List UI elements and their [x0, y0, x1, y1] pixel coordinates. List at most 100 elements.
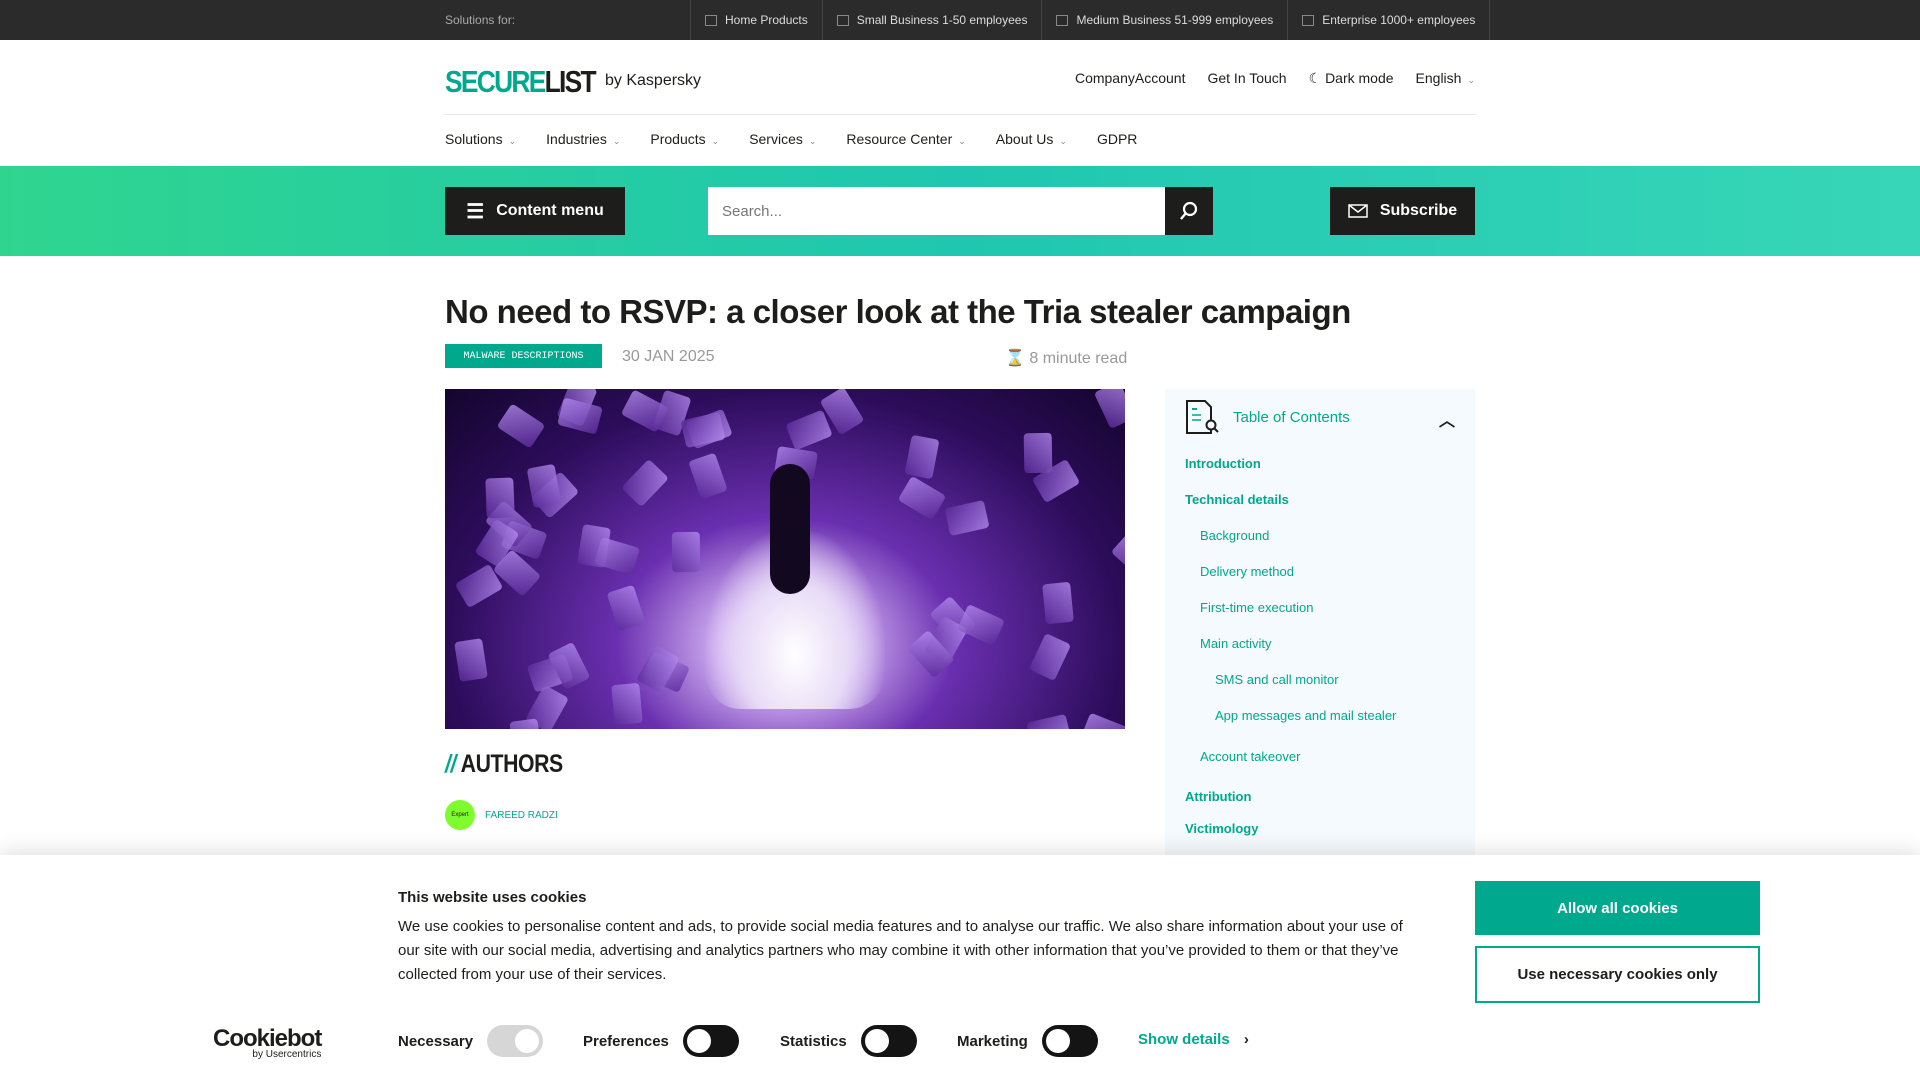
article-hero-image	[445, 389, 1125, 729]
building-icon	[1056, 14, 1069, 26]
logo-part: LIST	[544, 64, 597, 99]
phone-shape	[904, 434, 940, 479]
toc-item[interactable]: Account takeover	[1200, 749, 1300, 764]
preferences-toggle[interactable]	[682, 1025, 739, 1057]
phone-shape	[496, 403, 546, 449]
small-business-link[interactable]: Small Business 1-50 employees	[821, 0, 1042, 40]
search-icon	[1180, 201, 1198, 220]
toggle-label: Preferences	[583, 1032, 669, 1050]
toc-item[interactable]: Technical details	[1185, 492, 1289, 507]
phone-shape	[526, 463, 561, 509]
phone-shape	[1026, 714, 1072, 729]
securelist-logo[interactable]: SECURELIST	[445, 64, 597, 100]
link-label: Medium Business 51-999 employees	[1076, 13, 1274, 27]
nav-industries[interactable]: Industries ⌄	[546, 131, 620, 147]
phone-shape	[1110, 530, 1125, 579]
medium-business-link[interactable]: Medium Business 51-999 employees	[1041, 0, 1287, 40]
toc-item[interactable]: Attribution	[1185, 789, 1251, 804]
chevron-down-icon: ⌄	[1467, 75, 1475, 85]
statistics-toggle[interactable]	[860, 1025, 917, 1057]
nav-solutions[interactable]: Solutions ⌄	[445, 131, 516, 147]
content-menu-button[interactable]: ☰ Content menu	[445, 187, 625, 235]
necessary-cookies-only-button[interactable]: Use necessary cookies only	[1475, 946, 1760, 1003]
nav-services[interactable]: Services ⌄	[749, 131, 816, 147]
read-time: ⌛ 8 minute read	[1005, 348, 1127, 368]
nav-about-us[interactable]: About Us ⌄	[996, 131, 1067, 147]
read-time-label: 8 minute read	[1029, 350, 1128, 367]
company-account-link[interactable]: CompanyAccount	[1075, 70, 1186, 87]
phone-shape	[576, 523, 611, 568]
home-products-link[interactable]: Home Products	[690, 0, 822, 40]
show-details-link[interactable]: Show details ›	[1138, 1031, 1249, 1048]
dark-mode-toggle[interactable]: ☾ Dark mode	[1309, 70, 1394, 87]
toc-item[interactable]: Victimology	[1185, 821, 1258, 836]
logo-text: Cookiebot	[213, 1025, 322, 1052]
enterprise-link[interactable]: Enterprise 1000+ employees	[1287, 0, 1491, 40]
get-in-touch-link[interactable]: Get In Touch	[1207, 70, 1286, 87]
cookie-banner: This website uses cookies We use cookies…	[0, 855, 1920, 1080]
toc-item[interactable]: Background	[1200, 528, 1269, 543]
nav-products[interactable]: Products ⌄	[650, 131, 719, 147]
language-select[interactable]: English ⌄	[1416, 70, 1475, 87]
toc-item[interactable]: Introduction	[1185, 456, 1261, 471]
chevron-down-icon: ⌄	[711, 136, 720, 146]
phone-shape	[1094, 389, 1125, 430]
figure-hair	[770, 464, 810, 594]
toggle-label: Statistics	[780, 1032, 847, 1050]
chevron-down-icon: ⌄	[612, 136, 621, 146]
hourglass-icon: ⌛	[1005, 350, 1025, 367]
phone-shape	[620, 459, 669, 508]
toc-item[interactable]: App messages and mail stealer	[1215, 708, 1396, 723]
phone-shape	[897, 476, 947, 521]
article-title: No need to RSVP: a closer look at the Tr…	[445, 293, 1351, 330]
dark-mode-label: Dark mode	[1325, 70, 1394, 86]
search-button[interactable]	[1165, 187, 1213, 235]
nav-resource-center[interactable]: Resource Center ⌄	[846, 131, 965, 147]
category-tag[interactable]: MALWARE DESCRIPTIONS	[445, 344, 602, 368]
table-of-contents: Table of Contents ︿ Introduction Technic…	[1165, 389, 1475, 869]
solutions-bar: Solutions for: Home Products Small Busin…	[0, 0, 1920, 40]
button-label: Subscribe	[1379, 202, 1458, 219]
phone-shape	[944, 499, 990, 536]
cookiebot-logo: Cookiebot by Usercentrics	[213, 1025, 322, 1060]
marketing-toggle-group: Marketing	[957, 1025, 1098, 1057]
link-label: Small Business 1-50 employees	[856, 13, 1028, 27]
moon-icon: ☾	[1308, 70, 1322, 86]
cookie-title: This website uses cookies	[398, 889, 587, 906]
toc-item[interactable]: First-time execution	[1200, 600, 1313, 615]
chevron-up-icon[interactable]: ︿	[1439, 407, 1455, 431]
nav-label: Products	[650, 131, 706, 147]
author-name-link[interactable]: FAREED RADZI	[485, 810, 558, 821]
toc-header[interactable]: Table of Contents	[1185, 399, 1350, 435]
nav-gdpr[interactable]: GDPR	[1097, 131, 1137, 147]
statistics-toggle-group: Statistics	[780, 1025, 917, 1057]
marketing-toggle[interactable]	[1041, 1025, 1098, 1057]
phone-shape	[785, 409, 834, 451]
phone-shape	[957, 603, 1006, 646]
authors-heading: // AUTHORS	[445, 750, 563, 779]
phone-shape	[1042, 581, 1075, 624]
chevron-down-icon: ⌄	[508, 136, 517, 146]
toc-item[interactable]: SMS and call monitor	[1215, 672, 1339, 687]
toc-item[interactable]: Delivery method	[1200, 564, 1294, 579]
phone-shape	[1028, 633, 1072, 682]
toc-title: Table of Contents	[1233, 408, 1350, 426]
chevron-down-icon: ⌄	[808, 136, 817, 146]
search-input[interactable]	[708, 187, 1165, 235]
nav-label: About Us	[995, 131, 1054, 147]
site-header: SECURELIST by Kaspersky CompanyAccount G…	[445, 58, 1475, 115]
subscribe-button[interactable]: Subscribe	[1330, 187, 1475, 235]
necessary-toggle-group: Necessary	[398, 1025, 544, 1057]
nav-label: Services	[749, 131, 803, 147]
author-avatar[interactable]: Expert	[445, 800, 475, 830]
link-label: Home Products	[725, 13, 808, 27]
phone-shape	[680, 411, 726, 449]
toc-item[interactable]: Main activity	[1200, 636, 1272, 651]
phone-shape	[688, 452, 728, 500]
allow-all-cookies-button[interactable]: Allow all cookies	[1475, 881, 1760, 935]
phone-shape	[611, 682, 644, 725]
envelope-icon	[1348, 204, 1368, 218]
logo-part: SECURE	[445, 64, 546, 99]
article-date: 30 JAN 2025	[622, 348, 715, 365]
main-nav: Solutions ⌄ Industries ⌄ Products ⌄ Service…	[445, 131, 1137, 147]
